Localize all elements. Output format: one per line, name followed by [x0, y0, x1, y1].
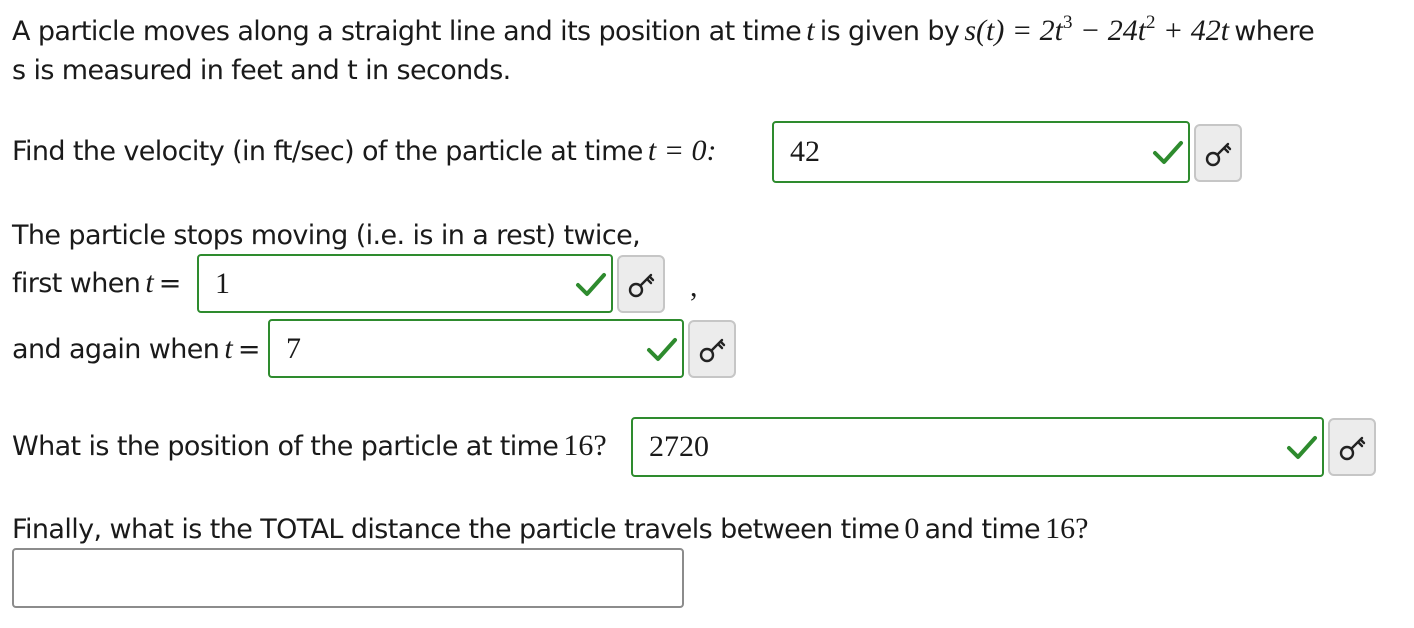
second-rest-input[interactable]: 7	[268, 319, 684, 378]
position-question-label: What is the position of the particle at …	[12, 429, 607, 462]
intro-suffix: where	[1234, 16, 1315, 47]
part1-label: Find the velocity (in ft/sec) of the par…	[12, 134, 717, 167]
second-rest-value: 7	[286, 331, 301, 365]
key-icon	[628, 273, 655, 298]
total-distance-input[interactable]	[12, 548, 684, 608]
position-answer-key-button[interactable]	[1328, 418, 1376, 476]
question-intro-line2: s is measured in feet and t in seconds.	[12, 55, 511, 86]
first-rest-key-button[interactable]	[617, 255, 665, 313]
total-distance-label: Finally, what is the TOTAL distance the …	[12, 512, 1089, 545]
velocity-answer-value: 42	[790, 135, 820, 168]
first-rest-label: first when t =	[12, 266, 181, 299]
velocity-answer-key-button[interactable]	[1194, 124, 1242, 182]
second-rest-key-button[interactable]	[688, 320, 736, 378]
position-answer-value: 2720	[649, 430, 709, 463]
position-formula: s(t) = 2t3 − 24t2 + 42t	[964, 12, 1230, 47]
second-rest-label: and again when t =	[12, 332, 260, 365]
check-icon	[1153, 141, 1183, 164]
first-rest-value: 1	[215, 266, 230, 300]
intro-prefix: A particle moves along a straight line a…	[12, 16, 802, 47]
position-answer-input[interactable]: 2720	[631, 417, 1324, 477]
velocity-answer-input[interactable]: 42	[772, 121, 1190, 183]
question-intro: A particle moves along a straight line a…	[12, 12, 1315, 54]
key-icon	[1339, 436, 1366, 461]
first-rest-input[interactable]: 1	[197, 254, 613, 313]
check-icon	[1287, 436, 1317, 459]
rest-separator: ,	[690, 270, 698, 303]
check-icon	[647, 337, 677, 361]
intro-middle: is given by	[819, 16, 960, 47]
intro-var: t	[806, 14, 815, 47]
key-icon	[699, 338, 726, 363]
key-icon	[1205, 142, 1232, 167]
rest-intro: The particle stops moving (i.e. is in a …	[12, 220, 641, 251]
part1-label-math: t = 0:	[647, 134, 717, 167]
check-icon	[576, 272, 606, 296]
